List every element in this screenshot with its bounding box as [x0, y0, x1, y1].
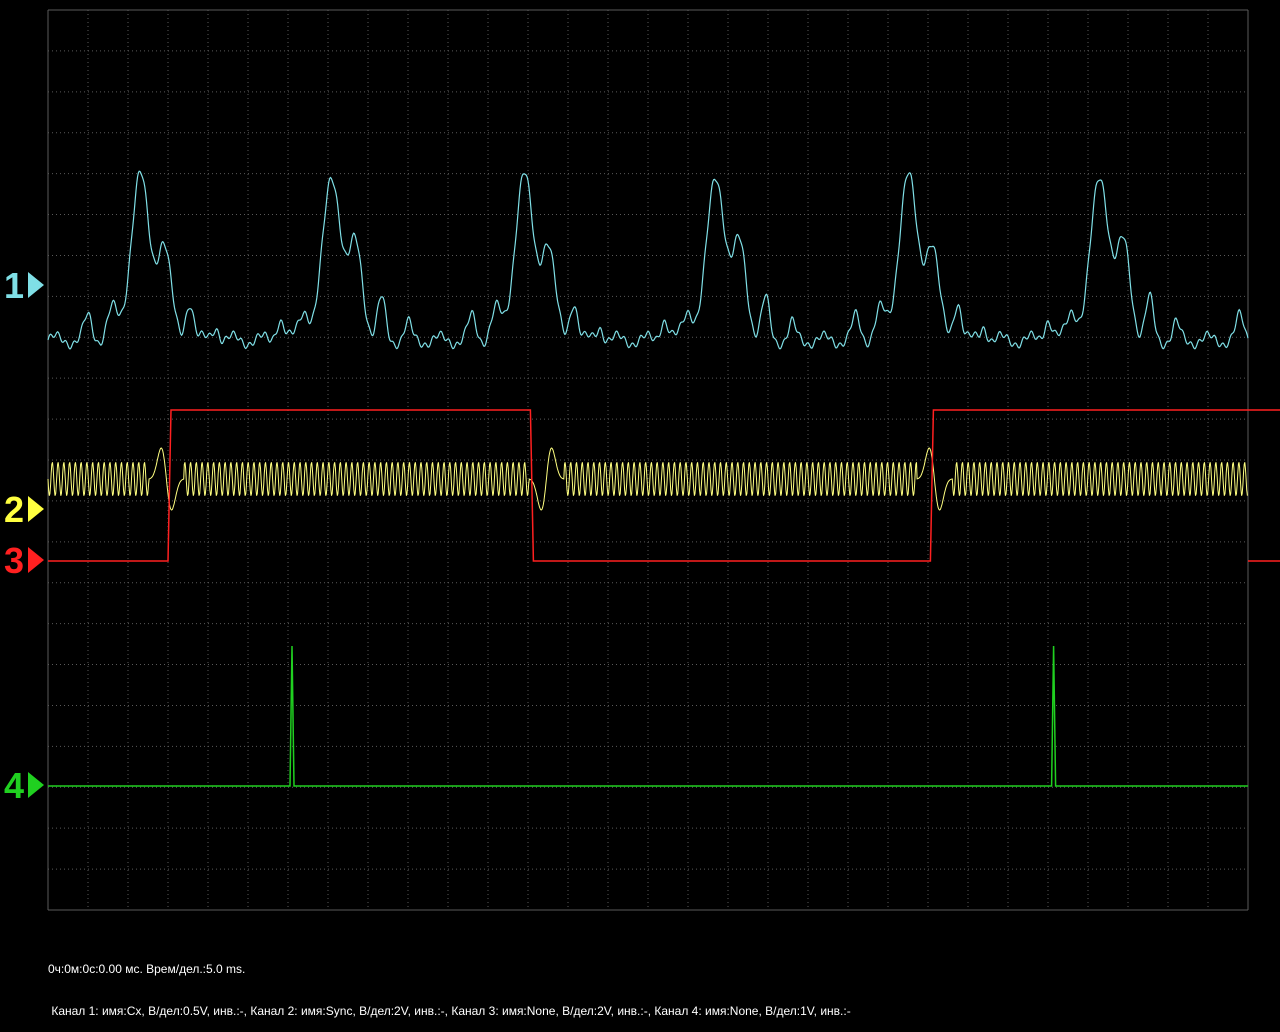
channel-2-marker[interactable]: 2	[4, 492, 44, 528]
channel-1-arrow-icon	[28, 272, 44, 299]
oscilloscope-plot	[47, 9, 1280, 911]
channel-4-arrow-icon	[28, 772, 44, 799]
channel-3-label: 3	[4, 540, 25, 581]
channel-1-label: 1	[4, 265, 25, 306]
channel-2-label: 2	[4, 489, 25, 530]
channel-1-marker[interactable]: 1	[4, 268, 44, 304]
status-bar: 0ч:0м:0с:0.00 мс. Врем/дел.:5.0 ms. Кана…	[48, 934, 851, 1032]
channel-3-arrow-icon	[28, 547, 44, 574]
channel-4-label: 4	[4, 765, 25, 806]
status-time-line: 0ч:0м:0с:0.00 мс. Врем/дел.:5.0 ms.	[48, 962, 246, 976]
plot-traces	[47, 170, 1280, 787]
channel-3-marker[interactable]: 3	[4, 543, 44, 579]
status-channels-line: Канал 1: имя:Cx, В/дел:0.5V, инв.:-, Кан…	[48, 1004, 851, 1018]
plot-grid	[47, 9, 1249, 911]
channel-4-marker[interactable]: 4	[4, 768, 44, 804]
channel-2-arrow-icon	[28, 496, 44, 523]
